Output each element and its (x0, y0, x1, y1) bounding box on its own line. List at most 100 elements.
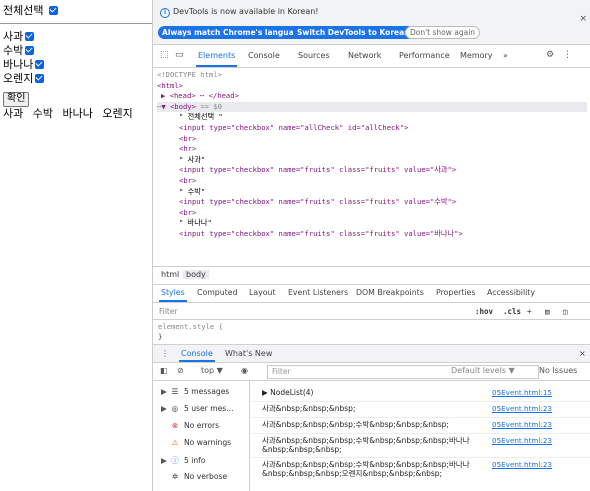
close-icon[interactable]: × (579, 14, 587, 24)
log-source-link[interactable]: 05Event.html:23 (492, 420, 552, 429)
text-node[interactable]: " 수박" (157, 187, 587, 198)
text-node[interactable]: " 사과" (157, 155, 587, 166)
log-source-link[interactable]: 05Event.html:15 (492, 388, 552, 397)
br-node[interactable]: <br> (157, 176, 587, 187)
console-filter-placeholder: Filter (272, 367, 291, 376)
fruit-checkbox[interactable] (25, 32, 35, 41)
input-node[interactable]: <input type="checkbox" name="fruits" cla… (157, 197, 587, 208)
inspect-icon[interactable]: ⬚ (160, 50, 169, 60)
context-selector[interactable]: top ▼ (201, 366, 223, 375)
fruit-row-apple: 사과 (3, 30, 35, 43)
hr-node[interactable]: <hr> (157, 144, 587, 155)
log-entry[interactable]: 사과&nbsp;&nbsp;&nbsp;수박&nbsp;&nbsp;&nbsp;… (262, 436, 552, 454)
log-entry[interactable]: 사과&nbsp;&nbsp;&nbsp; 05Event.html:23 (262, 404, 552, 413)
breadcrumb-body[interactable]: body (183, 270, 209, 279)
tab-styles[interactable]: Styles (159, 288, 187, 302)
default-levels-dropdown[interactable]: Default levels ▼ (451, 366, 515, 375)
input-node[interactable]: <input type="checkbox" name="fruits" cla… (157, 229, 587, 240)
tab-memory[interactable]: Memory (460, 51, 493, 60)
info-message-text: DevTools is now available in Korean! (173, 7, 319, 16)
dont-show-button[interactable]: Don't show again (405, 26, 481, 39)
select-all-row: 전체선택 (3, 4, 58, 17)
doctype-line: <!DOCTYPE html> (157, 70, 222, 79)
gear-icon[interactable]: ⚙ (546, 50, 554, 60)
tab-layout[interactable]: Layout (249, 288, 276, 297)
drawer-tab-whats-new[interactable]: What's New (225, 349, 272, 358)
tab-sources[interactable]: Sources (298, 51, 330, 60)
tab-properties[interactable]: Properties (436, 288, 475, 297)
tab-performance[interactable]: Performance (399, 51, 450, 60)
device-toolbar-icon[interactable]: ▭ (175, 50, 184, 60)
sidebar-item-user-messages[interactable]: ▶ ◎ 5 user mes... (161, 404, 234, 413)
body-tag: <body> (169, 101, 196, 111)
fruit-row-orange: 오렌지 (3, 72, 45, 85)
sidebar-item-warnings[interactable]: ⚠ No warnings (161, 438, 232, 447)
fruit-row-watermelon: 수박 (3, 44, 35, 57)
sidebar-item-label: No verbose (184, 472, 228, 481)
breadcrumb-html[interactable]: html (158, 270, 182, 279)
tab-event-listeners[interactable]: Event Listeners (288, 288, 348, 297)
log-text: 사과&nbsp;&nbsp;&nbsp;수박&nbsp;&nbsp;&nbsp;… (262, 460, 470, 469)
styles-tabs: Styles Computed Layout Event Listeners D… (153, 284, 590, 303)
kebab-menu-icon[interactable]: ⋮ (563, 50, 572, 60)
tab-elements[interactable]: Elements (195, 51, 238, 67)
devtools-tabs: ⬚ ▭ Elements Console Sources Network Per… (153, 45, 590, 68)
log-text-continued: &nbsp;&nbsp;&nbsp; (262, 445, 342, 454)
fruit-label: 수박 (3, 44, 24, 57)
switch-korean-button[interactable]: Switch DevTools to Korean (293, 26, 414, 39)
computed-toggle-icon[interactable]: ▤ (545, 307, 550, 316)
sidebar-toggle-icon[interactable]: ◧ (160, 366, 168, 375)
tab-computed[interactable]: Computed (197, 288, 238, 297)
input-node[interactable]: <input type="checkbox" name="fruits" cla… (157, 165, 587, 176)
styles-filter-input[interactable]: Filter (159, 307, 178, 316)
html-line[interactable]: <html> (157, 81, 587, 92)
input-node[interactable]: <input type="checkbox" name="allCheck" i… (157, 123, 587, 134)
list-icon: ☰ (171, 387, 179, 396)
log-entry[interactable]: ▶ NodeList(4) 05Event.html:15 (262, 388, 552, 397)
page-content: 전체선택 사과 수박 바나나 오렌지 확인 사과 수박 바나나 오렌지 (0, 0, 152, 491)
confirm-button[interactable]: 확인 (3, 92, 30, 107)
sidebar-item-info[interactable]: ▶ ⓘ 5 info (161, 455, 206, 466)
clear-console-icon[interactable]: ⊘ (177, 366, 184, 375)
tab-accessibility[interactable]: Accessibility (487, 288, 535, 297)
log-source-link[interactable]: 05Event.html:23 (492, 436, 552, 445)
sidebar-item-errors[interactable]: ⊗ No errors (161, 421, 219, 430)
log-text: 사과&nbsp;&nbsp;&nbsp;수박&nbsp;&nbsp;&nbsp; (262, 420, 449, 429)
drawer-menu-icon[interactable]: ⋮ (161, 349, 169, 358)
log-text: 사과&nbsp;&nbsp;&nbsp; (262, 404, 356, 413)
cls-toggle[interactable]: .cls (503, 307, 521, 316)
select-all-checkbox[interactable] (48, 6, 58, 15)
hov-toggle[interactable]: :hov (475, 307, 493, 316)
sidebar-item-verbose[interactable]: ✲ No verbose (161, 472, 227, 481)
text-node[interactable]: " 바나나" (157, 218, 587, 229)
element-style-close: } (158, 331, 163, 341)
fruit-checkbox[interactable] (35, 60, 45, 69)
log-source-link[interactable]: 05Event.html:23 (492, 460, 552, 469)
log-entry[interactable]: 사과&nbsp;&nbsp;&nbsp;수박&nbsp;&nbsp;&nbsp;… (262, 420, 552, 429)
log-source-link[interactable]: 05Event.html:23 (492, 404, 552, 413)
no-issues-label[interactable]: No Issues (539, 366, 577, 375)
eye-icon[interactable]: ◉ (241, 366, 248, 375)
info-message: i DevTools is now available in Korean! (160, 7, 319, 18)
drawer-tab-console[interactable]: Console (179, 349, 215, 362)
fruit-checkbox[interactable] (35, 74, 45, 83)
tab-console[interactable]: Console (248, 51, 280, 60)
sidebar-item-label: No warnings (184, 438, 232, 447)
text-node[interactable]: " 전체선택 " (157, 112, 587, 123)
log-entry[interactable]: 사과&nbsp;&nbsp;&nbsp;수박&nbsp;&nbsp;&nbsp;… (262, 460, 552, 478)
add-rule-icon[interactable]: + (527, 307, 532, 316)
close-drawer-icon[interactable]: × (579, 349, 586, 358)
head-line[interactable]: ▶ <head> ⋯ </head> (157, 91, 587, 102)
tab-dom-breakpoints[interactable]: DOM Breakpoints (356, 288, 424, 297)
body-line[interactable]: ⋯▼ <body> == $0 (157, 101, 587, 113)
more-tabs-icon[interactable]: » (503, 51, 508, 60)
tab-network[interactable]: Network (348, 51, 381, 60)
br-node[interactable]: <br> (157, 134, 587, 145)
sidebar-item-messages[interactable]: ▶ ☰ 5 messages (161, 387, 229, 396)
match-language-button[interactable]: Always match Chrome's language (158, 26, 309, 39)
element-style-open: element.style { (158, 322, 223, 331)
br-node[interactable]: <br> (157, 208, 587, 219)
console-toolbar: ◧ ⊘ top ▼ ◉ Filter Default levels ▼ No I… (153, 362, 590, 381)
sidebar-toggle-icon[interactable]: ◫ (563, 307, 568, 316)
fruit-checkbox[interactable] (25, 46, 35, 55)
